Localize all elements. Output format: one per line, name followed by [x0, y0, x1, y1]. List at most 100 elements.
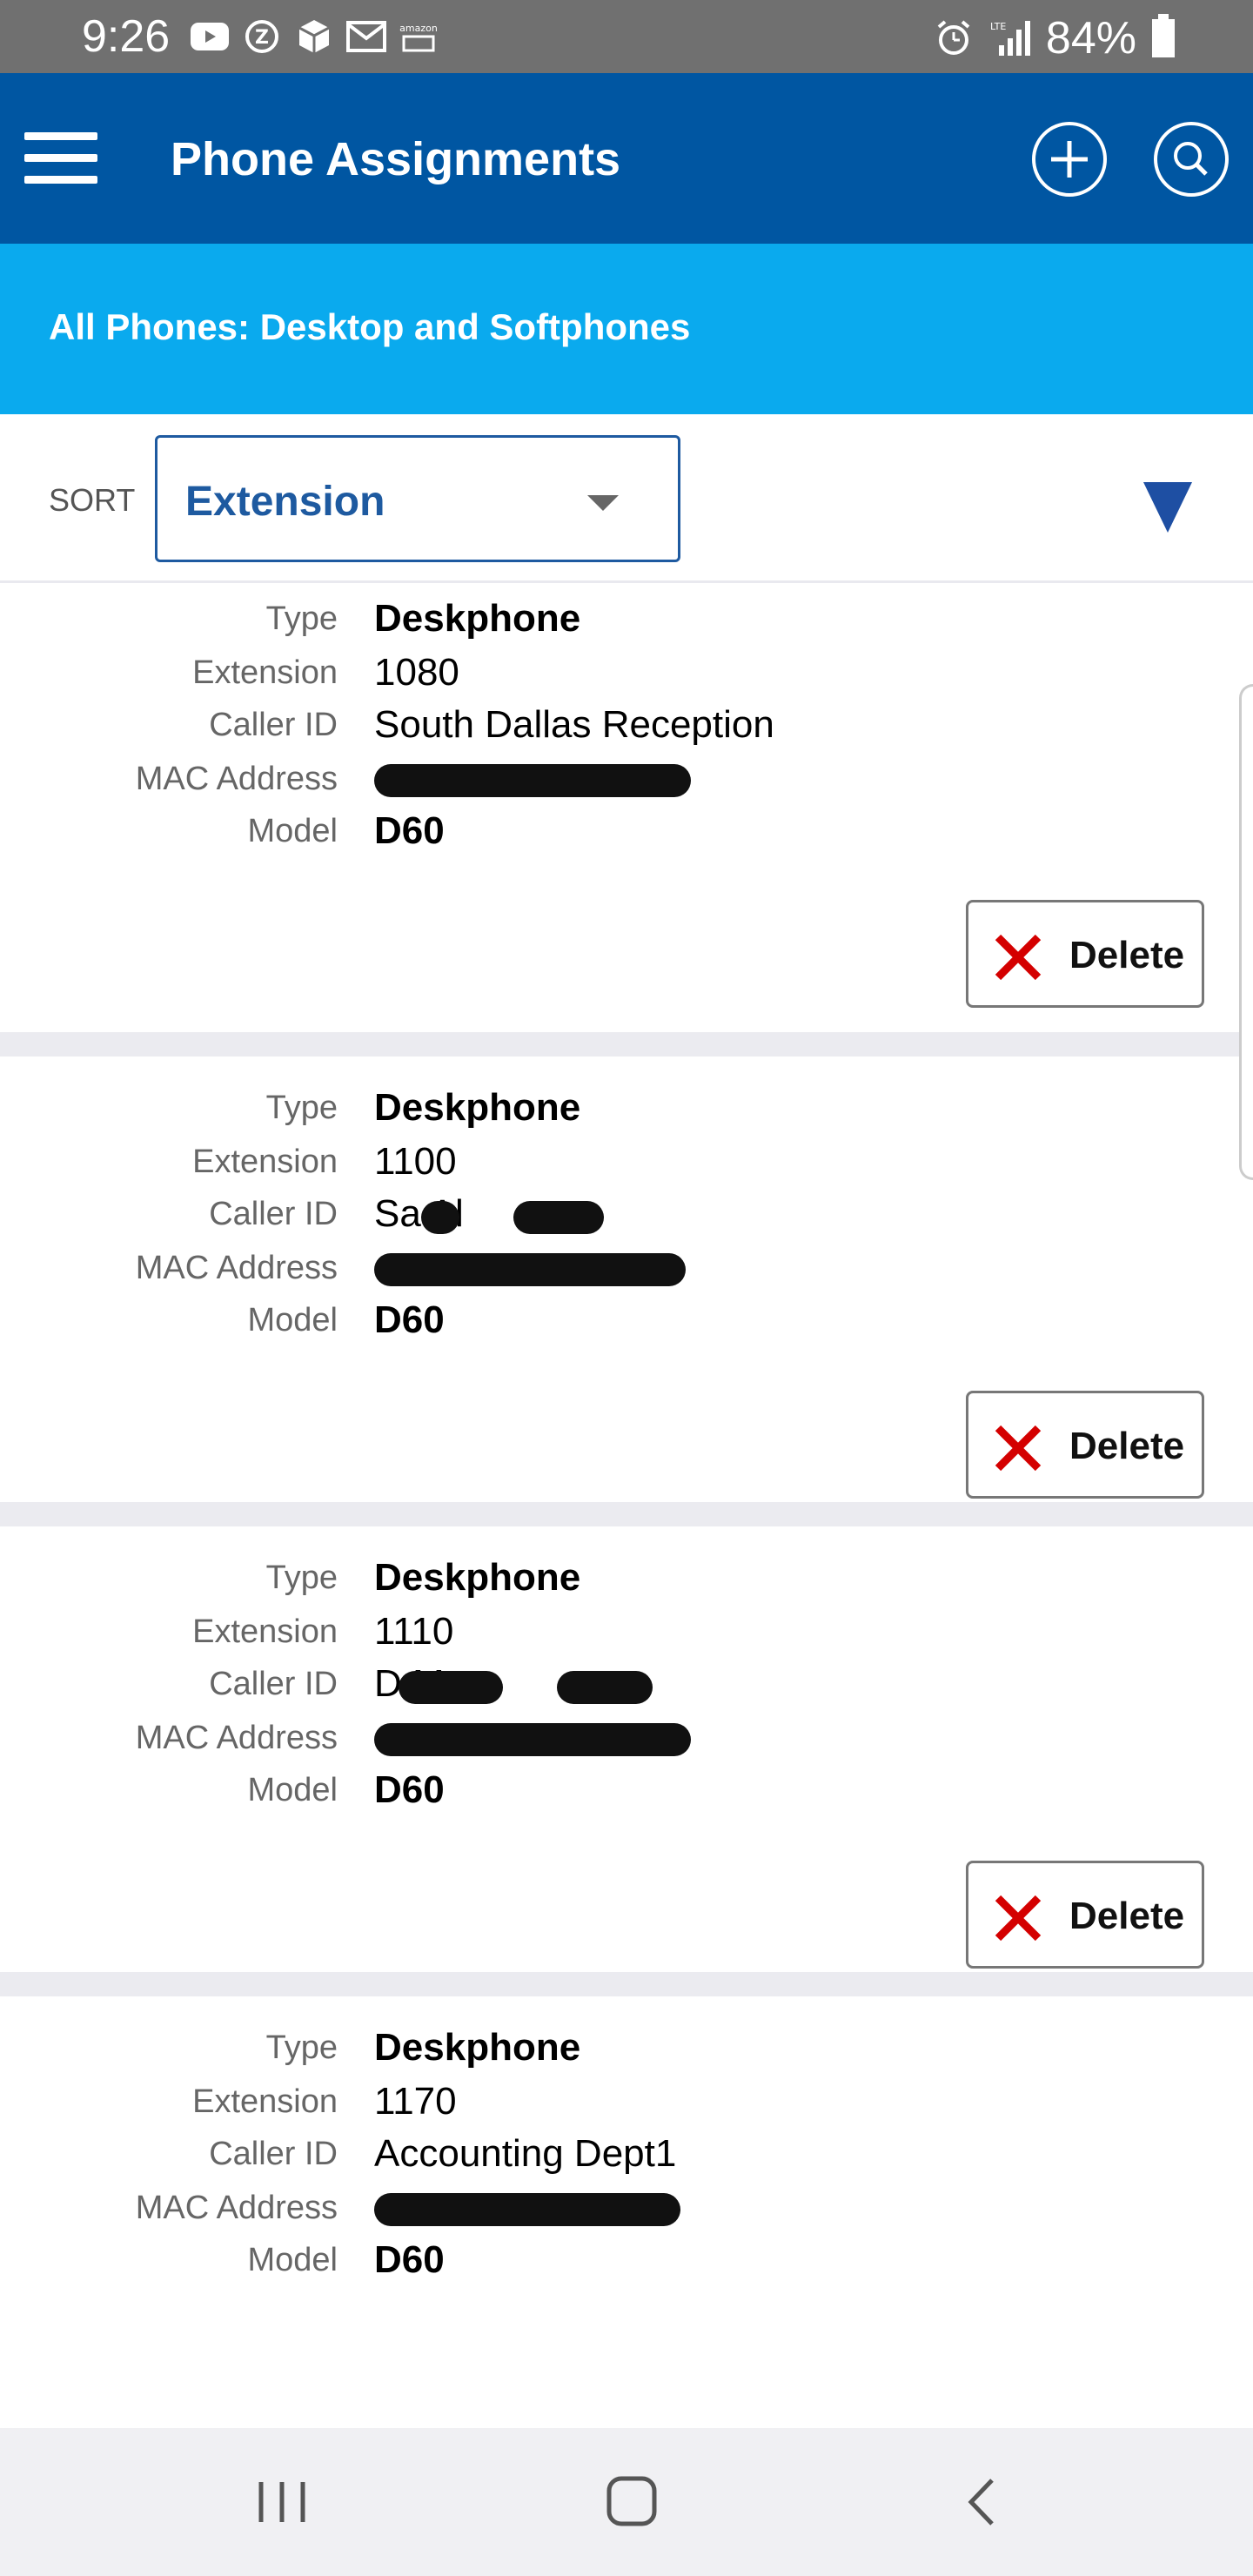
- youtube-icon: [190, 17, 230, 56]
- sort-direction-icon[interactable]: [1143, 482, 1192, 533]
- cube-icon: [294, 17, 334, 56]
- scrollbar-thumb[interactable]: [1239, 684, 1253, 1180]
- extension-value: 1170: [374, 2080, 457, 2123]
- phone-card: Type Deskphone Extension 1170 Caller ID …: [0, 1996, 1253, 2428]
- sort-select-value: Extension: [185, 479, 385, 525]
- extension-row: Extension 1100: [0, 1137, 1253, 1189]
- phone-card: Type Deskphone Extension 1110 Caller ID …: [0, 1526, 1253, 1996]
- mac-label: MAC Address: [135, 1250, 338, 1286]
- search-icon: [1174, 142, 1208, 176]
- svg-text:Z: Z: [255, 27, 269, 49]
- delete-label: Delete: [1069, 934, 1185, 976]
- status-bar: 9:26 Z amazon LTE 84%: [0, 0, 1253, 73]
- extension-row: Extension 1170: [0, 2076, 1253, 2129]
- phone-card: Type Deskphone Extension 1080 Caller ID …: [0, 583, 1253, 1057]
- type-row: Type Deskphone: [0, 1083, 1253, 1135]
- home-button[interactable]: [597, 2472, 667, 2532]
- sort-row: SORT Extension: [0, 414, 1253, 583]
- plus-icon: [1051, 141, 1088, 178]
- battery-percent: 84%: [1045, 13, 1136, 64]
- extension-label: Extension: [192, 2083, 338, 2120]
- redacted-mac: [374, 1723, 691, 1756]
- back-button[interactable]: [948, 2472, 1018, 2532]
- recent-apps-icon: [258, 2482, 305, 2522]
- extension-value: 1110: [374, 1610, 454, 1653]
- sort-label: SORT: [49, 482, 136, 518]
- type-label: Type: [265, 1090, 338, 1126]
- battery-icon: [1152, 14, 1175, 57]
- type-row: Type Deskphone: [0, 1553, 1253, 1605]
- mac-label: MAC Address: [135, 2190, 338, 2226]
- mac-label: MAC Address: [135, 761, 338, 797]
- type-row: Type Deskphone: [0, 2023, 1253, 2075]
- system-nav-bar: [0, 2428, 1253, 2576]
- mac-label: MAC Address: [135, 1720, 338, 1756]
- delete-label: Delete: [1069, 1425, 1185, 1467]
- extension-value: 1100: [374, 1140, 457, 1183]
- subheader-title: All Phones: Desktop and Softphones: [49, 306, 691, 347]
- model-label: Model: [247, 2242, 338, 2278]
- model-value: D60: [374, 809, 445, 852]
- zillow-icon: Z: [242, 17, 282, 56]
- delete-button[interactable]: Delete: [966, 900, 1204, 1008]
- lte-signal-icon: LTE: [990, 21, 1030, 56]
- add-phone-button[interactable]: [1032, 122, 1107, 197]
- redacted-name: [557, 1671, 653, 1704]
- redacted-mac: [374, 1253, 686, 1286]
- redacted-name: [421, 1201, 459, 1234]
- extension-row: Extension 1080: [0, 647, 1253, 700]
- caller-id-row: Caller ID South Dallas Reception: [0, 700, 1253, 752]
- mac-row: MAC Address: [0, 754, 1253, 806]
- status-time: 9:26: [82, 11, 171, 62]
- caller-id-row: Caller ID Sa Al: [0, 1189, 1253, 1241]
- mac-row: MAC Address: [0, 1713, 1253, 1765]
- close-icon: [995, 934, 1042, 981]
- delete-button[interactable]: Delete: [966, 1391, 1204, 1499]
- type-value: Deskphone: [374, 597, 581, 640]
- redacted-name: [513, 1201, 604, 1234]
- caller-id-label: Caller ID: [209, 1666, 338, 1702]
- svg-text:amazon: amazon: [399, 23, 438, 34]
- system-status: LTE 84%: [935, 12, 1175, 64]
- recent-apps-button[interactable]: [247, 2472, 317, 2532]
- dropdown-caret-icon: [587, 495, 619, 511]
- model-row: Model D60: [0, 2235, 1253, 2287]
- notification-icons: Z amazon: [190, 17, 439, 56]
- close-icon: [995, 1425, 1042, 1472]
- model-value: D60: [374, 1768, 445, 1811]
- hamburger-menu-icon[interactable]: [24, 132, 97, 184]
- search-button[interactable]: [1154, 122, 1229, 197]
- svg-text:LTE: LTE: [990, 21, 1006, 32]
- back-icon: [968, 2479, 994, 2526]
- extension-label: Extension: [192, 1613, 338, 1650]
- delete-button[interactable]: Delete: [966, 1861, 1204, 1969]
- close-icon: [995, 1895, 1042, 1942]
- type-value: Deskphone: [374, 1556, 581, 1599]
- extension-label: Extension: [192, 1144, 338, 1180]
- model-label: Model: [247, 1302, 338, 1338]
- mac-row: MAC Address: [0, 1243, 1253, 1295]
- page-title: Phone Assignments: [171, 133, 621, 185]
- caller-id-value: Accounting Dept1: [374, 2132, 677, 2175]
- amazon-icon: amazon: [399, 17, 439, 56]
- extension-label: Extension: [192, 654, 338, 691]
- sort-select[interactable]: Extension: [155, 435, 680, 562]
- model-value: D60: [374, 1298, 445, 1341]
- caller-id-label: Caller ID: [209, 2136, 338, 2172]
- app-header: Phone Assignments: [0, 73, 1253, 244]
- home-icon: [606, 2476, 657, 2526]
- phone-card: Type Deskphone Extension 1100 Caller ID …: [0, 1057, 1253, 1526]
- delete-label: Delete: [1069, 1895, 1185, 1937]
- model-value: D60: [374, 2238, 445, 2281]
- alarm-icon: [937, 20, 970, 55]
- sub-header: All Phones: Desktop and Softphones: [0, 244, 1253, 414]
- type-label: Type: [265, 1560, 338, 1596]
- extension-value: 1080: [374, 651, 459, 694]
- type-row: Type Deskphone: [0, 594, 1253, 646]
- model-row: Model D60: [0, 1765, 1253, 1817]
- redacted-mac: [374, 764, 691, 797]
- phone-list: Type Deskphone Extension 1080 Caller ID …: [0, 583, 1253, 2428]
- model-row: Model D60: [0, 806, 1253, 858]
- type-value: Deskphone: [374, 1086, 581, 1129]
- caller-id-row: Caller ID D Ma: [0, 1659, 1253, 1711]
